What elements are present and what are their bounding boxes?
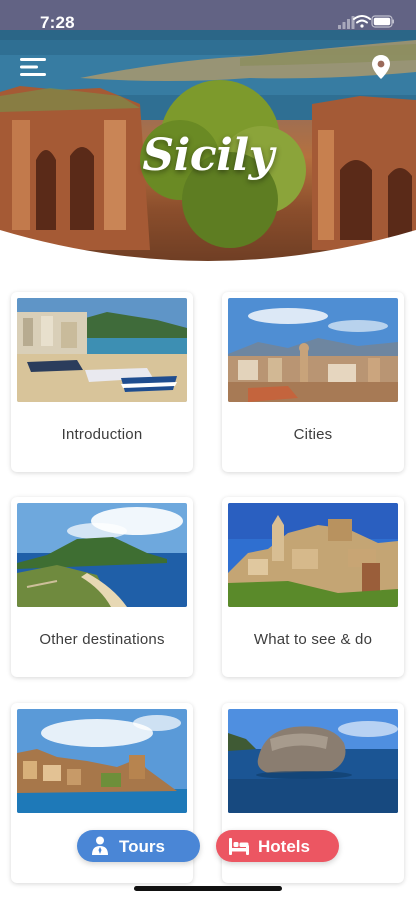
tours-button[interactable]: Tours	[77, 830, 200, 862]
card-label: Introduction	[61, 426, 143, 443]
card-image-sea-rock	[228, 709, 398, 813]
status-icons	[338, 15, 394, 29]
card-cities[interactable]: Cities	[222, 292, 404, 472]
tours-label: Tours	[119, 837, 165, 856]
card-image-beach-boats	[17, 298, 187, 402]
card-image-island-coast	[17, 503, 187, 607]
signal-icon	[338, 16, 355, 29]
card-other-destinations[interactable]: Other destinations	[11, 497, 193, 677]
menu-icon[interactable]	[20, 56, 48, 78]
map-pin-icon[interactable]	[370, 54, 392, 80]
hotels-label: Hotels	[258, 837, 310, 856]
card-image-city-panorama	[228, 298, 398, 402]
wifi-icon	[353, 15, 371, 28]
card-image-hill-town	[228, 503, 398, 607]
hero-banner: 7:28 Sicily	[0, 0, 416, 262]
status-bar: 7:28	[0, 0, 416, 44]
home-indicator[interactable]	[134, 886, 282, 891]
card-what-to-see[interactable]: What to see & do	[222, 497, 404, 677]
card-label: Other destinations	[39, 631, 165, 648]
status-time: 7:28	[40, 13, 75, 32]
card-image-coastal-village	[17, 709, 187, 813]
guide-person-icon	[92, 836, 108, 855]
card-introduction[interactable]: Introduction	[11, 292, 193, 472]
hotels-button[interactable]: Hotels	[216, 830, 339, 862]
card-label: Cities	[293, 426, 333, 443]
bed-icon	[229, 838, 249, 855]
hero-title: Sicily	[142, 130, 274, 181]
card-label: What to see & do	[253, 631, 373, 648]
battery-icon	[371, 15, 394, 28]
